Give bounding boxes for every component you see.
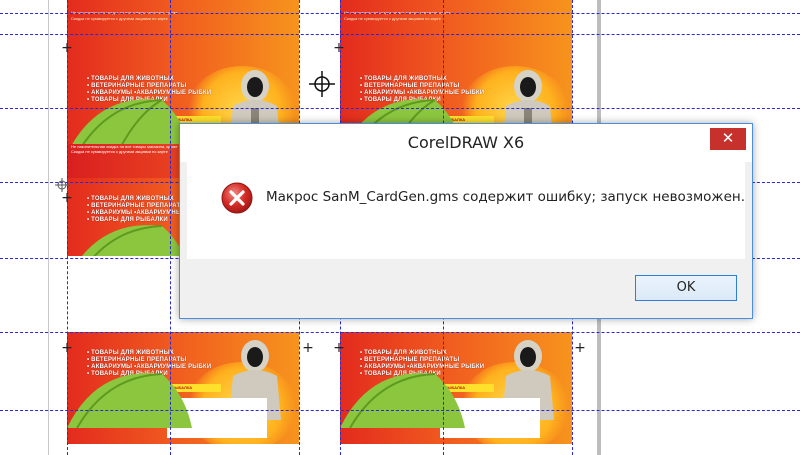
- card-bullet: • ВЕТЕРИНАРНЫЕ ПРЕПАРАТЫ: [87, 357, 187, 363]
- close-icon: ✕: [721, 129, 735, 147]
- crop-mark-icon: +: [302, 340, 314, 356]
- close-button[interactable]: ✕: [710, 128, 746, 150]
- card-bullet: • ТОВАРЫ ДЛЯ ЖИВОТНЫХ: [87, 76, 174, 82]
- tent-illustration: [82, 225, 185, 256]
- tent-illustration: [67, 373, 192, 428]
- dialog-body: Макрос SanM_CardGen.gms содержит ошибку;…: [187, 162, 745, 259]
- crop-mark-icon: +: [61, 340, 73, 356]
- card-bullet: • ВЕТЕРИНАРНЫЕ ПРЕПАРАТЫ: [360, 357, 460, 363]
- guideline-horizontal[interactable]: [0, 410, 800, 411]
- crop-mark-icon: +: [574, 340, 586, 356]
- business-card[interactable]: • ТОВАРЫ ДЛЯ ЖИВОТНЫХ • ВЕТЕРИНАРНЫЕ ПРЕ…: [67, 332, 299, 444]
- crop-mark-icon: +: [61, 190, 73, 206]
- guideline-horizontal[interactable]: [0, 13, 800, 14]
- crop-mark-icon: +: [333, 40, 345, 56]
- card-bullet: • ВЕТЕРИНАРНЫЕ ПРЕПАРАТЫ: [360, 83, 460, 89]
- card-bullet: • ТОВАРЫ ДЛЯ ЖИВОТНЫХ: [360, 350, 447, 356]
- business-card[interactable]: • ТОВАРЫ ДЛЯ ЖИВОТНЫХ • ВЕТЕРИНАРНЫЕ ПРЕ…: [340, 332, 572, 444]
- dialog-titlebar[interactable]: CorelDRAW X6 ✕: [180, 124, 752, 162]
- crosshair-target-icon: [55, 178, 69, 192]
- card-fine-print: Скидка не суммируется с другими акциями …: [71, 16, 168, 21]
- tent-illustration: [70, 99, 191, 148]
- ok-button[interactable]: OK: [635, 275, 737, 301]
- error-dialog: CorelDRAW X6 ✕ Макрос SanM_CardGen.gms с…: [179, 123, 753, 319]
- card-fine-print: Скидка не суммируется с другими акциями …: [344, 16, 441, 21]
- dialog-footer: OK: [187, 259, 745, 307]
- guideline-vertical[interactable]: [170, 0, 171, 455]
- page-border: [48, 0, 49, 455]
- guideline-horizontal[interactable]: [0, 34, 800, 35]
- guideline-horizontal[interactable]: [0, 332, 800, 333]
- error-icon: [221, 182, 253, 214]
- guideline-vertical[interactable]: [67, 0, 68, 455]
- tent-illustration: [340, 373, 465, 428]
- business-card[interactable]: Не накопительная скидка на все товары ма…: [340, 0, 572, 36]
- crop-mark-icon: +: [333, 340, 345, 356]
- card-bullet: • ТОВАРЫ ДЛЯ ЖИВОТНЫХ: [87, 350, 174, 356]
- crop-mark-icon: +: [61, 40, 73, 56]
- guideline-horizontal[interactable]: [0, 108, 800, 109]
- card-bullet: • ТОВАРЫ ДЛЯ ЖИВОТНЫХ: [360, 76, 447, 82]
- card-bullet: • ВЕТЕРИНАРНЫЕ ПРЕПАРАТЫ: [87, 83, 187, 89]
- dialog-title: CorelDRAW X6: [407, 133, 525, 152]
- error-message: Макрос SanM_CardGen.gms содержит ошибку;…: [266, 189, 746, 205]
- crosshair-cursor-icon: [309, 71, 335, 97]
- business-card[interactable]: Не накопительная скидка на все товары ма…: [67, 0, 299, 36]
